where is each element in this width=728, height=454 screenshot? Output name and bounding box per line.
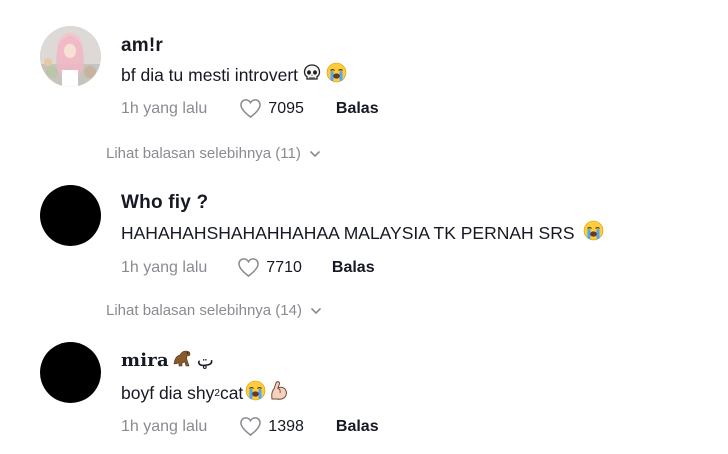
comment-timestamp: 1h yang lalu <box>121 99 208 117</box>
heart-icon <box>240 417 262 437</box>
comment-text-content: boyf dia shy <box>121 382 215 403</box>
comment-username[interactable]: Who fiy ? <box>121 192 208 214</box>
like-button[interactable]: 1398 <box>239 416 304 437</box>
like-count: 1398 <box>268 417 304 435</box>
comment-text: boyf dia shy 2 cat <box>121 380 289 406</box>
comment-timestamp: 1h yang lalu <box>121 417 208 435</box>
like-count: 7095 <box>268 99 304 117</box>
crying-face-emoji <box>583 220 604 246</box>
comment-username-suffix: ټ <box>196 350 214 371</box>
comment-text: bf dia tu mesti introvert <box>121 62 347 88</box>
reply-button[interactable]: Balas <box>332 259 375 277</box>
comment-meta: 1h yang lalu 7710 Balas <box>121 257 375 278</box>
comment-timestamp: 1h yang lalu <box>121 258 208 276</box>
view-more-label: Lihat balasan selebihnya (11) <box>106 145 301 162</box>
crying-face-emoji <box>245 380 266 406</box>
avatar[interactable] <box>40 185 101 246</box>
chevron-down-icon <box>310 307 322 314</box>
comment-text-content: bf dia tu mesti introvert <box>121 64 299 85</box>
skull-emoji <box>302 63 322 88</box>
like-button[interactable]: 7095 <box>239 98 304 119</box>
comment-meta: 1h yang lalu 1398 Balas <box>121 416 379 437</box>
view-more-replies[interactable]: Lihat balasan selebihnya (11) <box>106 145 321 162</box>
heart-icon <box>240 99 262 119</box>
avatar[interactable] <box>40 26 101 87</box>
like-button[interactable]: 7710 <box>237 257 302 278</box>
comment-username[interactable]: mira ټ <box>121 348 214 373</box>
comment-text-content-end: cat <box>219 382 244 403</box>
like-count: 7710 <box>266 258 302 276</box>
chevron-down-icon <box>309 150 320 157</box>
avatar[interactable] <box>40 342 101 403</box>
crying-face-emoji <box>326 62 347 88</box>
comment-text: HAHAHAHSHAHAHHAHAA MALAYSIA TK PERNAH SR… <box>121 220 604 246</box>
reply-button[interactable]: Balas <box>336 100 379 118</box>
comment-text-content: HAHAHAHSHAHAHHAHAA MALAYSIA TK PERNAH SR… <box>121 222 575 243</box>
flexed-biceps-emoji <box>269 380 289 406</box>
comment-username[interactable]: am!r <box>121 35 163 57</box>
reply-button[interactable]: Balas <box>336 418 379 436</box>
view-more-label: Lihat balasan selebihnya (14) <box>106 302 302 319</box>
comment-username-text: mira <box>121 350 169 371</box>
comment-meta: 1h yang lalu 7095 Balas <box>121 98 379 119</box>
heart-icon <box>238 258 260 278</box>
avatar-photo <box>40 26 101 87</box>
dinosaur-emoji <box>172 348 194 373</box>
view-more-replies[interactable]: Lihat balasan selebihnya (14) <box>106 302 322 319</box>
